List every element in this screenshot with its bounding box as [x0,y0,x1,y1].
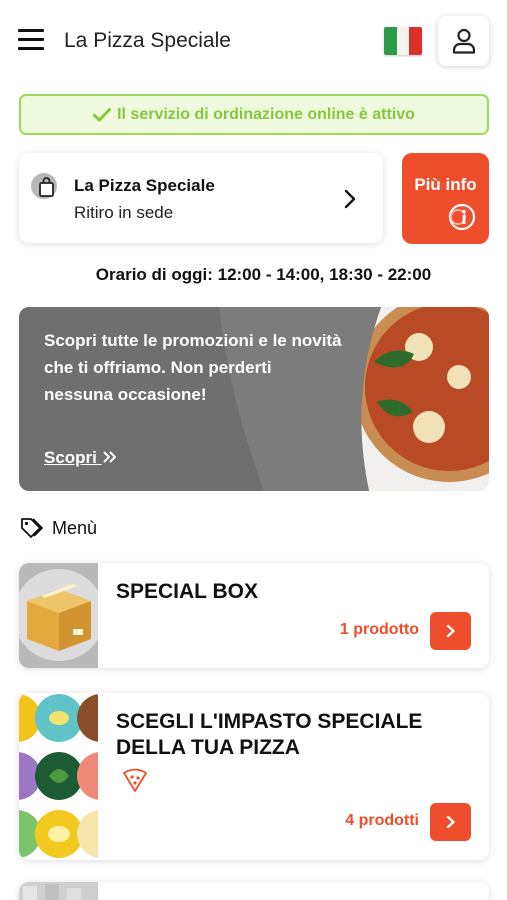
app-header: La Pizza Speciale [0,0,507,82]
app-screen: La Pizza Speciale Il servizio di ordinaz… [0,0,507,900]
user-icon [452,28,475,54]
more-info-label: Più info [414,175,477,194]
store-selector-card[interactable] [19,153,383,243]
opening-hours: Orario di oggi: 12:00 - 14:00, 18:30 - 2… [95,265,432,284]
product-count: 4 prodotti [345,812,419,829]
tag-icon [21,518,43,538]
herbs-pattern [19,694,98,858]
info-icon [448,203,476,231]
promo-text: Scopri tutte le promozioni e le novità c… [44,331,342,404]
product-count: 1 prodotto [339,621,419,638]
shopping-bag-icon [31,173,57,199]
category-card-special-box[interactable]: SPECIAL BOX 1 prodotto [19,563,489,668]
menu-section-label: Menù [20,517,97,539]
hamburger-icon[interactable] [18,29,44,51]
category-card-partial[interactable] [19,882,489,900]
promo-discover-link[interactable]: Scopri [44,448,117,468]
order-mode: Ritiro in sede [74,203,174,222]
open-category-button[interactable] [430,612,471,650]
italy-flag-icon[interactable] [384,27,422,55]
category-title: SCEGLI L'IMPASTO SPECIALE DELLA TUA PIZZ… [116,710,423,759]
chevron-right-icon [446,815,455,829]
ordering-status-banner: Il servizio di ordinazione online è atti… [19,94,489,135]
user-account-button[interactable] [438,16,489,66]
category-card-special-dough[interactable]: SCEGLI L'IMPASTO SPECIALE DELLA TUA PIZZ… [19,693,489,860]
category-image [19,882,98,900]
menu-label-text: Menù [52,517,98,538]
store-name: La Pizza Speciale [74,176,215,195]
category-image [19,563,98,668]
open-category-button[interactable] [430,803,471,841]
check-icon [93,107,112,121]
chevron-right-icon [344,189,356,209]
more-info-button[interactable]: Più info [402,153,489,244]
app-title: La Pizza Speciale [64,29,231,52]
double-chevron-right-icon [103,451,116,463]
chevron-right-icon [446,624,455,638]
promo-link-label: Scopri [44,448,97,467]
category-title: SPECIAL BOX [116,580,258,603]
status-text: Il servizio di ordinazione online è atti… [117,105,415,123]
box-icon [19,569,98,661]
pizza-slice-icon [123,768,147,792]
category-image [19,693,98,860]
